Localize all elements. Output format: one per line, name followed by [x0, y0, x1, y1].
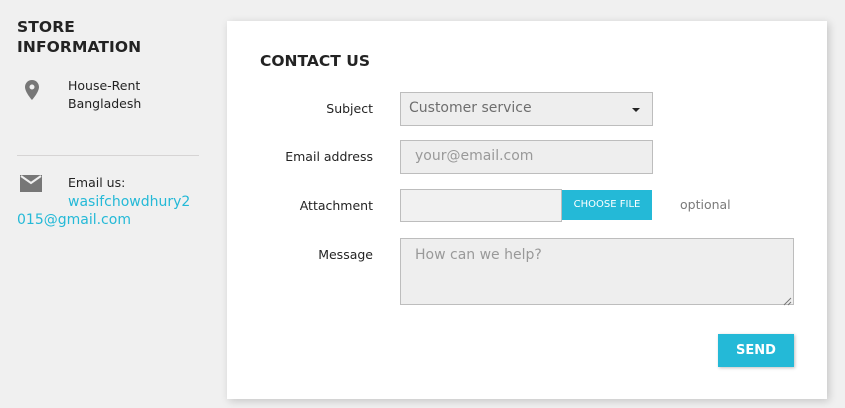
contact-page: STORE INFORMATION House-Rent Bangladesh … — [0, 0, 845, 408]
store-info-panel: STORE INFORMATION House-Rent Bangladesh … — [17, 17, 199, 228]
resize-grip-icon[interactable] — [783, 294, 792, 306]
send-button[interactable]: SEND — [718, 334, 794, 367]
subject-select[interactable]: Customer service — [400, 92, 653, 126]
attachment-label: Attachment — [299, 198, 373, 213]
message-textarea[interactable]: How can we help? — [400, 238, 794, 306]
location-pin-icon — [20, 78, 44, 102]
store-info-title: STORE INFORMATION — [17, 18, 142, 56]
address-line-2: Bangladesh — [68, 96, 142, 111]
subject-label: Subject — [326, 101, 373, 116]
email-us-label: Email us: — [68, 175, 126, 190]
message-label: Message — [318, 247, 373, 262]
optional-hint: optional — [680, 197, 731, 212]
store-email-link[interactable]: wasifchowdhury2015@gmail.com — [17, 193, 199, 229]
message-placeholder: How can we help? — [415, 247, 542, 263]
caret-down-icon — [632, 108, 640, 112]
email-placeholder: your@email.com — [415, 148, 534, 164]
contact-form-card: CONTACT US Subject Customer service Emai… — [227, 21, 827, 399]
store-address-block: House-Rent Bangladesh — [17, 77, 199, 156]
address-line-1: House-Rent — [68, 78, 141, 93]
attachment-filename-field[interactable] — [400, 189, 562, 222]
subject-selected-value: Customer service — [409, 100, 532, 116]
contact-title: CONTACT US — [260, 52, 370, 70]
choose-file-button[interactable]: CHOOSE FILE — [562, 190, 652, 220]
email-address-label: Email address — [285, 149, 373, 164]
email-input[interactable]: your@email.com — [400, 140, 653, 174]
store-address: House-Rent Bangladesh — [68, 77, 141, 113]
